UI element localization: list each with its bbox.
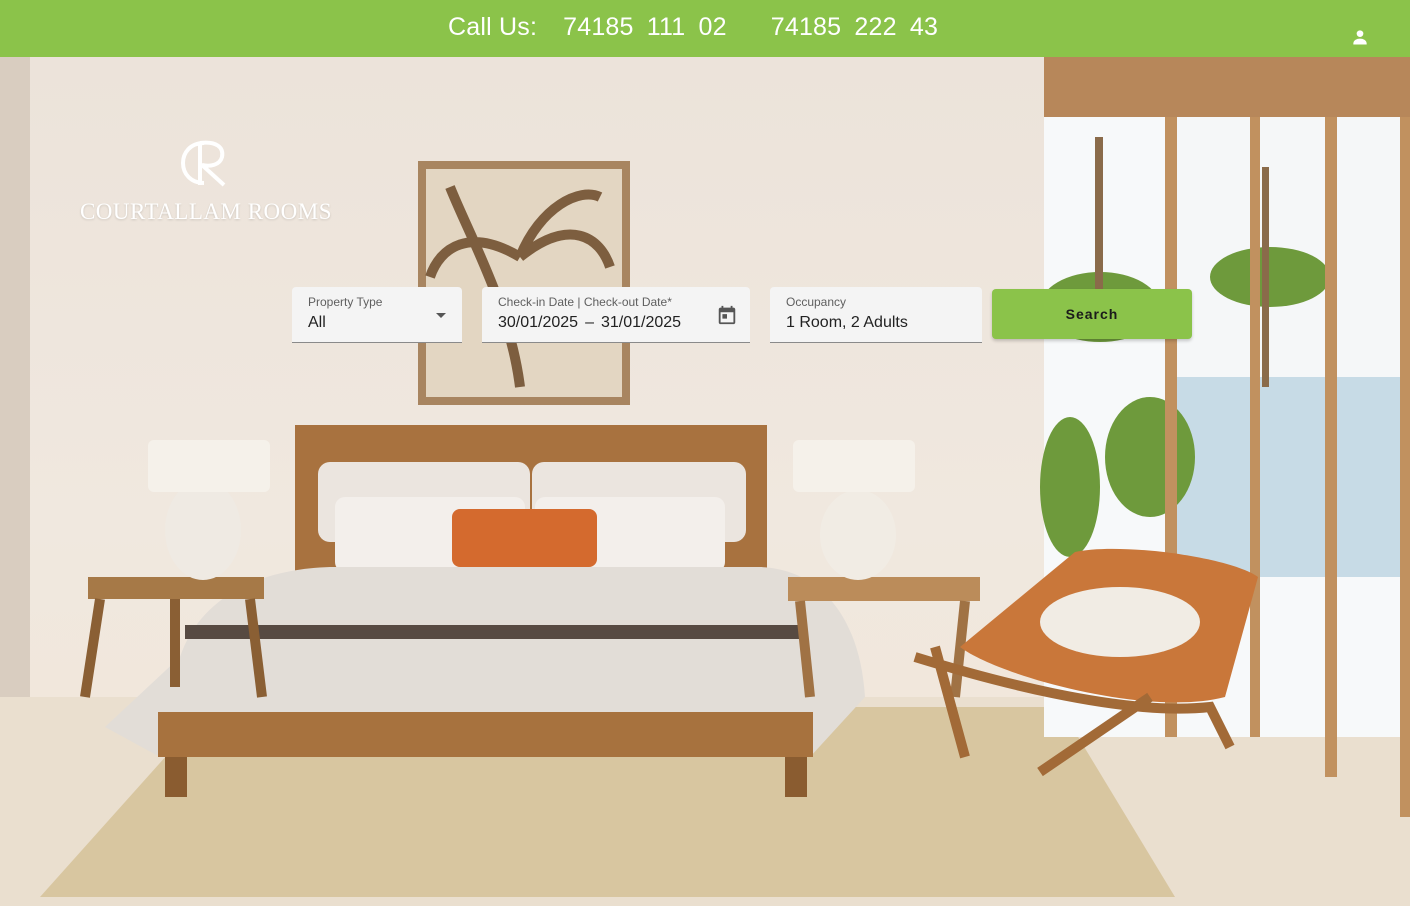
checkout-date[interactable]: 31/01/2025 (601, 314, 681, 331)
property-type-label: Property Type (308, 295, 383, 309)
cr-monogram-logo (180, 140, 226, 187)
date-range-field[interactable]: Check-in Date | Check-out Date* 30/01/20… (482, 287, 750, 343)
dropdown-arrow-icon (436, 313, 446, 318)
call-us-label: Call Us: (448, 13, 538, 41)
occupancy-label: Occupancy (786, 295, 847, 309)
phone-number-2[interactable]: 74185 222 43 (771, 13, 938, 42)
brand-name: COURTALLAM ROOMS (79, 199, 333, 224)
date-separator: – (585, 314, 594, 331)
property-type-value: All (308, 314, 326, 331)
checkin-date[interactable]: 30/01/2025 (498, 314, 578, 331)
occupancy-value: 1 Room, 2 Adults (786, 314, 908, 331)
person-icon (1353, 30, 1367, 45)
top-bar: Call Us: 74185 111 02 74185 222 43 (0, 0, 1410, 57)
account-button[interactable] (1350, 27, 1378, 55)
search-button[interactable]: Search (992, 289, 1192, 339)
hero-background: COURTALLAM ROOMS (0, 57, 1410, 906)
date-range-value: 30/01/2025–31/01/2025 (498, 314, 681, 332)
contact-phones: Call Us: 74185 111 02 74185 222 43 (448, 13, 938, 42)
brand-logo[interactable]: COURTALLAM ROOMS (70, 137, 342, 225)
calendar-icon (718, 305, 736, 325)
occupancy-field[interactable]: Occupancy 1 Room, 2 Adults (770, 287, 982, 343)
calendar-button[interactable] (716, 304, 738, 331)
property-type-select[interactable]: Property Type All (292, 287, 462, 343)
date-range-label: Check-in Date | Check-out Date* (498, 295, 672, 309)
phone-number-1[interactable]: 74185 111 02 (563, 13, 727, 42)
